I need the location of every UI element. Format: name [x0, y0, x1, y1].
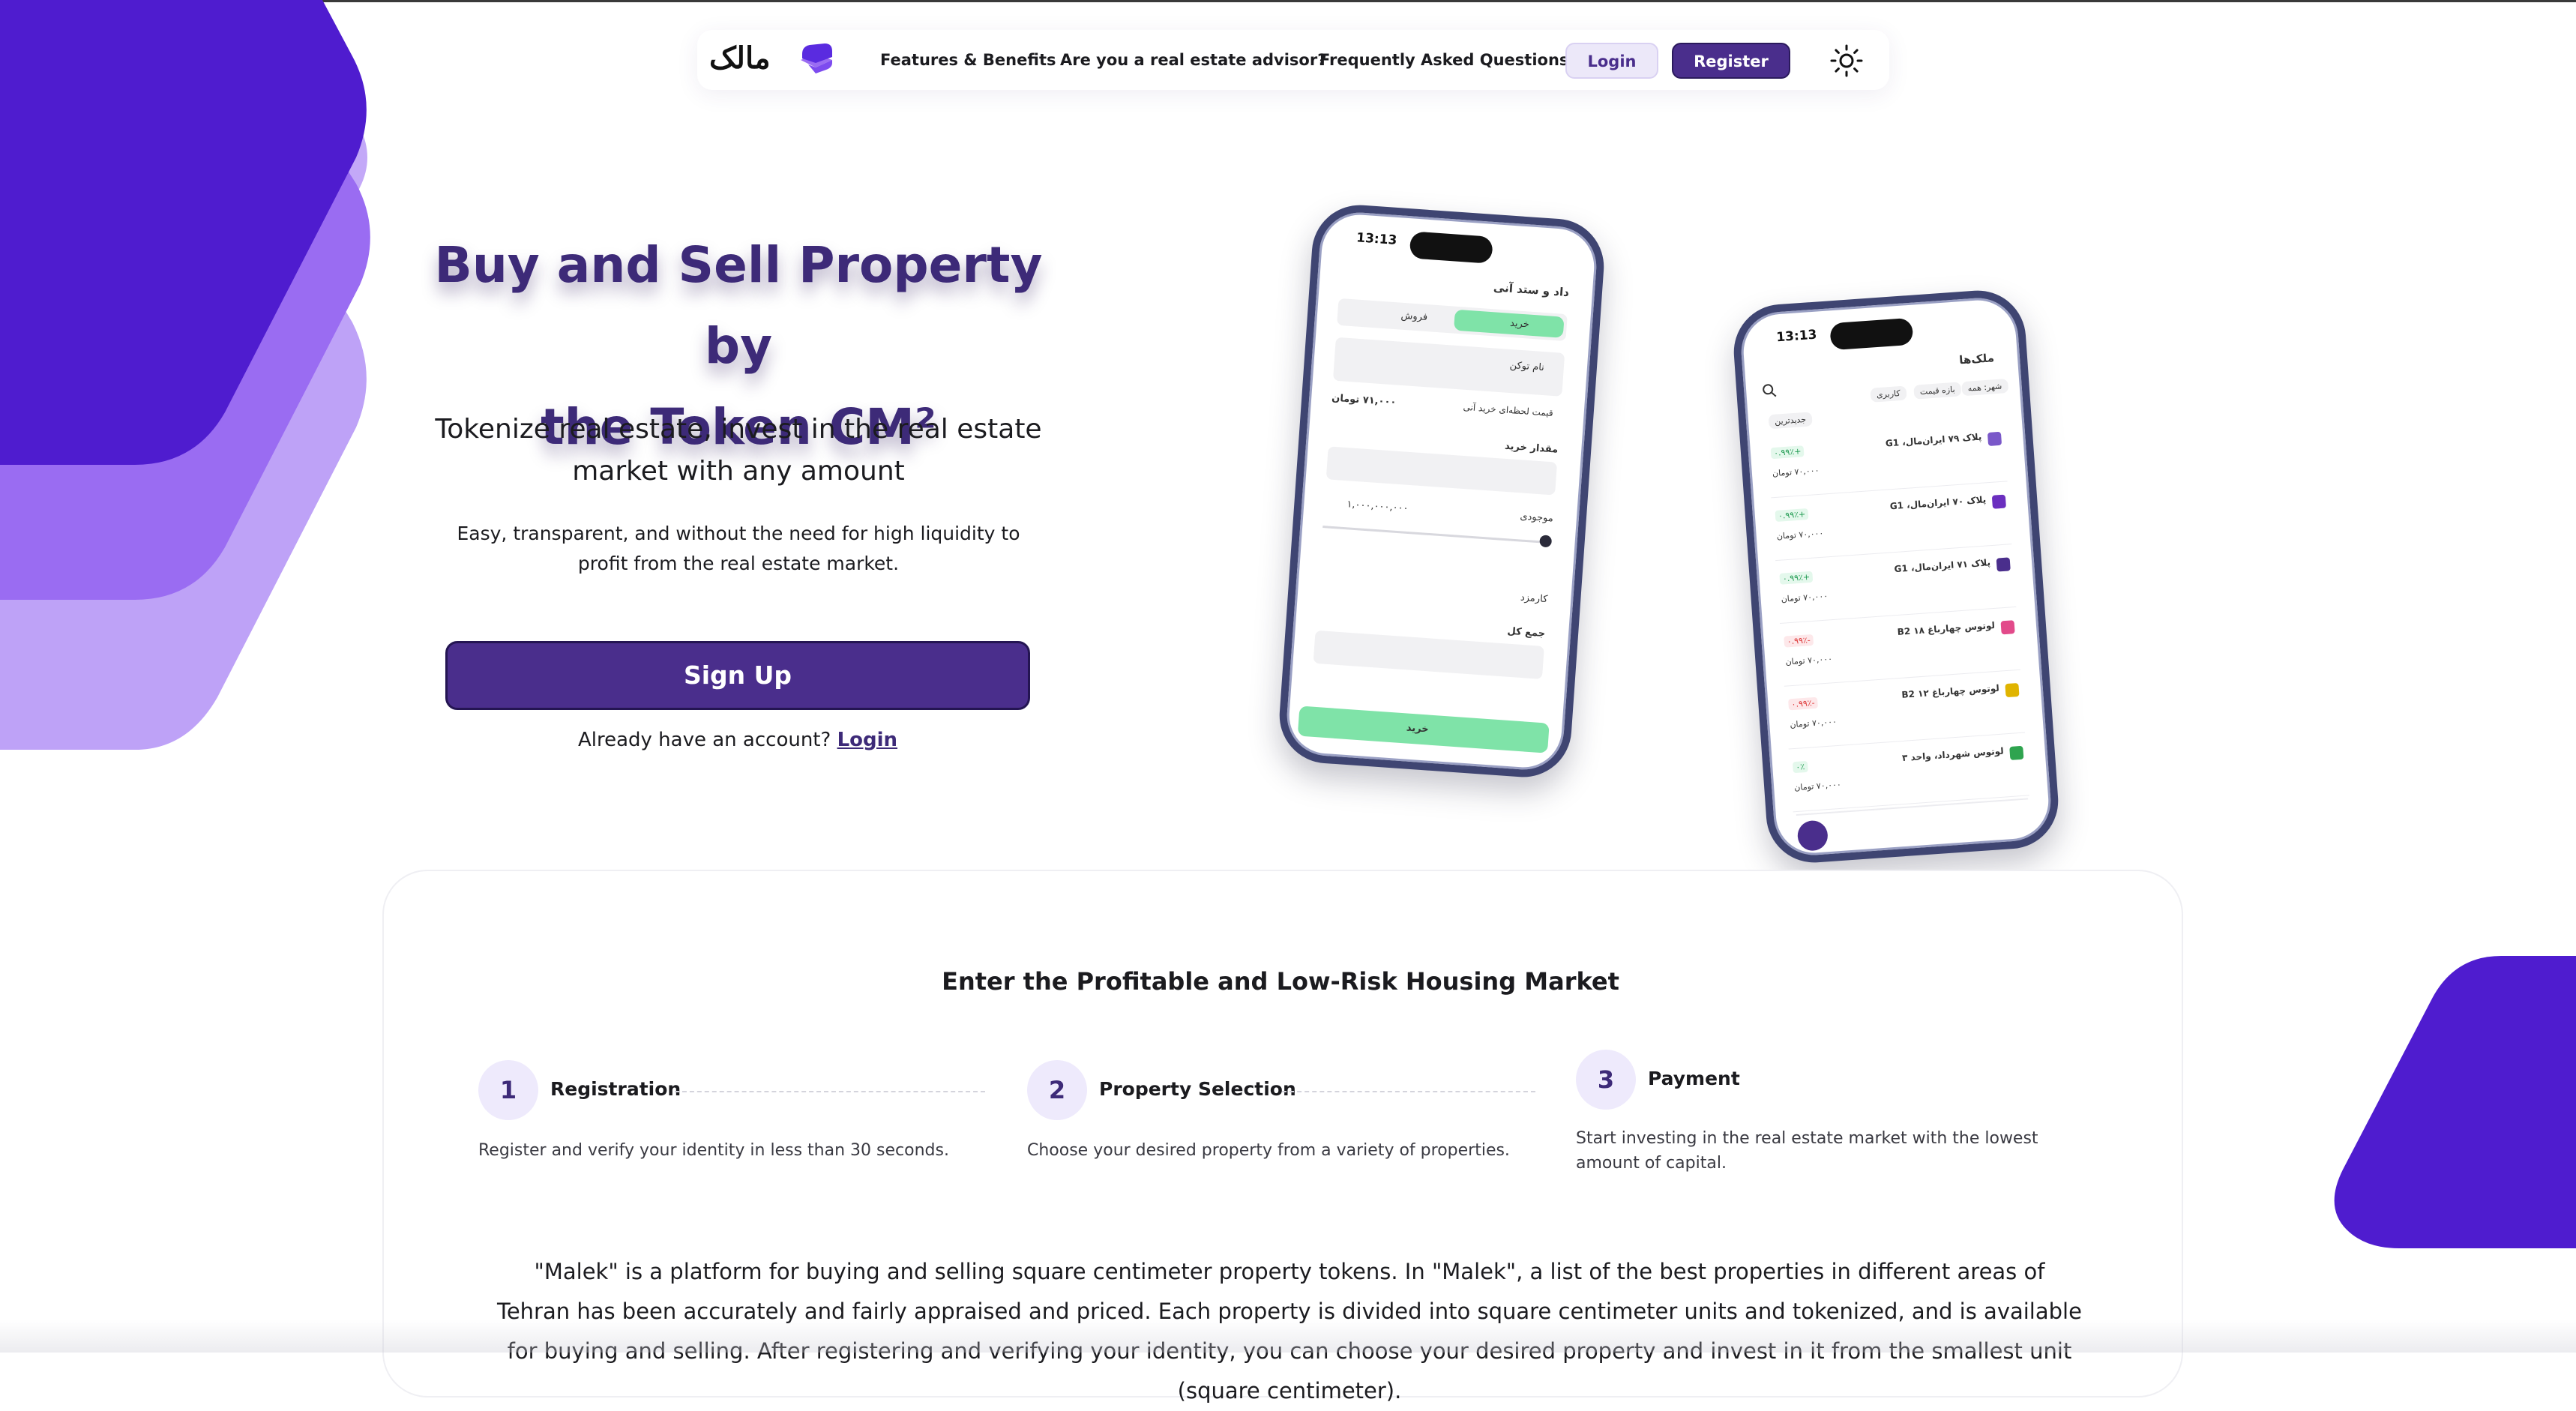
- property-price: ۷۰,۰۰۰ تومان: [1781, 591, 1829, 604]
- filter-chip[interactable]: کاربری: [1870, 385, 1907, 403]
- step-3-number: 3: [1576, 1050, 1636, 1110]
- have-account-prompt: Already have an account? Login: [445, 729, 1030, 751]
- logo-text: مالک: [709, 40, 771, 76]
- hero-title-line-1: Buy and Sell Property by: [434, 236, 1043, 375]
- property-price: ۷۰,۰۰۰ تومان: [1790, 717, 1838, 730]
- filter-chip[interactable]: جدیدترین: [1768, 412, 1813, 430]
- tab-buy-label: خرید: [1509, 317, 1530, 331]
- step-1-desc: Register and verify your identity in les…: [478, 1141, 949, 1160]
- property-thumbnail-icon: [1987, 431, 2002, 446]
- top-navbar: مالک Features & Benefits Are you a real …: [697, 30, 1889, 90]
- register-button[interactable]: Register: [1672, 43, 1790, 79]
- property-name: پلاک ۷۰ ایران‌مال، G1: [1889, 494, 1987, 512]
- section-title: Enter the Profitable and Low-Risk Housin…: [942, 967, 1619, 996]
- step-2-title: Property Selection: [1099, 1078, 1296, 1100]
- step-2-number: 2: [1027, 1060, 1087, 1120]
- token-name: نام توکن: [1509, 359, 1545, 374]
- dynamic-island: [1829, 317, 1914, 351]
- property-change-badge: +۰.۹۹٪: [1775, 508, 1809, 523]
- login-link[interactable]: Login: [837, 729, 897, 751]
- phone-status-time: 13:13: [1775, 327, 1818, 346]
- property-thumbnail-icon: [1996, 557, 2011, 572]
- property-thumbnail-icon: [2005, 682, 2020, 698]
- property-change-badge: +۰.۹۹٪: [1779, 571, 1814, 585]
- property-price: ۷۰,۰۰۰ تومان: [1772, 465, 1820, 479]
- viewport-bottom-fade: [0, 1320, 2576, 1353]
- step-2-connector: [1282, 1091, 1535, 1092]
- property-change-badge: +۰.۹۹٪: [1770, 445, 1805, 460]
- phone-mockup-trade: 13:13 داد و ستد آنی خرید فروش نام توکن ق…: [1276, 202, 1607, 780]
- step-3-desc: Start investing in the real estate marke…: [1576, 1129, 2038, 1173]
- step-1-number: 1: [478, 1060, 538, 1120]
- login-button[interactable]: Login: [1565, 43, 1658, 79]
- tab-sell-label: فروش: [1400, 310, 1428, 324]
- have-account-text: Already have an account?: [577, 729, 831, 751]
- hero-subtitle: Tokenize real estate, invest in the real…: [435, 414, 1042, 487]
- property-name: لوتوس چهارباغ B2 ۱۸: [1897, 619, 1996, 638]
- property-price: ۷۰,۰۰۰ تومان: [1776, 528, 1824, 541]
- nav-link-faq[interactable]: Frequently Asked Questions: [1319, 30, 1568, 90]
- property-name: لوتوس چهارباغ B2 ۱۲: [1901, 682, 2000, 700]
- property-change-badge: ۰٪: [1792, 760, 1808, 774]
- nav-link-real-estate-advisor[interactable]: Are you a real estate advisor?: [1060, 30, 1326, 90]
- phone-buy-button-label: خرید: [1406, 722, 1430, 735]
- step-1-title: Registration: [550, 1078, 681, 1100]
- sun-icon[interactable]: [1829, 43, 1864, 78]
- phone-status-time: 13:13: [1355, 230, 1397, 248]
- decorative-layers-left: [0, 0, 370, 750]
- step-1-connector: [675, 1091, 985, 1092]
- balance-label: موجودی: [1519, 511, 1554, 525]
- property-name: پلاک ۷۱ ایران‌مال، G1: [1894, 557, 1991, 575]
- layers-icon: [801, 43, 832, 73]
- property-thumbnail-icon: [2000, 620, 2015, 635]
- property-name: پلاک ۷۹ ایران‌مال، G1: [1885, 431, 1982, 449]
- step-3-title: Payment: [1648, 1068, 1740, 1089]
- property-price: ۷۰,۰۰۰ تومان: [1793, 779, 1842, 793]
- decorative-shape-right: [2334, 956, 2576, 1248]
- signup-button[interactable]: Sign Up: [445, 641, 1030, 710]
- step-2-desc: Choose your desired property from a vari…: [1027, 1141, 1510, 1160]
- property-thumbnail-icon: [2009, 745, 2024, 760]
- property-name: لوتوس شهرداد، واحد ۳: [1901, 745, 2005, 764]
- properties-header: ملک‌ها: [1958, 351, 1995, 367]
- phone-mockup-properties: 13:13 ملک‌ها شهر: همه بازه قیمت کاربری جدید…: [1730, 287, 2062, 866]
- property-thumbnail-icon: [1991, 494, 2006, 509]
- search-icon[interactable]: [1762, 382, 1778, 398]
- property-change-badge: -۰.۹۹٪: [1784, 634, 1814, 648]
- dynamic-island: [1409, 231, 1493, 264]
- nav-link-features[interactable]: Features & Benefits: [880, 30, 1056, 90]
- fee-label: کارمزد: [1520, 592, 1548, 606]
- property-change-badge: -۰.۹۹٪: [1788, 697, 1819, 711]
- property-price: ۷۰,۰۰۰ تومان: [1785, 654, 1833, 667]
- hero-description: Easy, transparent, and without the need …: [457, 523, 1020, 574]
